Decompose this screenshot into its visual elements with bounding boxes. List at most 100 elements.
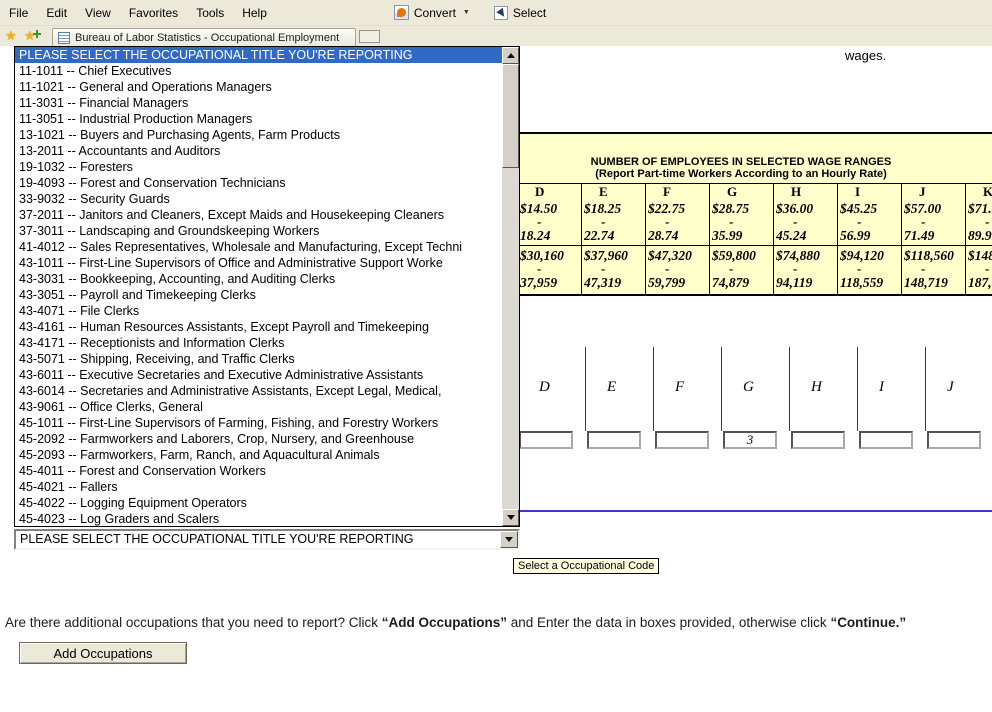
convert-dropdown-arrow-icon[interactable]: ▼ bbox=[463, 9, 470, 16]
entry-column-letter: E bbox=[585, 347, 653, 431]
occupation-option[interactable]: 43-3031 -- Bookkeeping, Accounting, and … bbox=[15, 271, 502, 287]
occupation-option[interactable]: 43-9061 -- Office Clerks, General bbox=[15, 399, 502, 415]
wage-column-letter: E bbox=[582, 184, 645, 199]
wage-hourly-range: $45.25-56.99 bbox=[838, 199, 901, 245]
down-arrow-icon bbox=[507, 515, 515, 524]
employee-entry-table: DEFGHIJ bbox=[453, 347, 992, 449]
occupation-dropdown-list[interactable]: PLEASE SELECT THE OCCUPATIONAL TITLE YOU… bbox=[14, 46, 520, 527]
occupation-option[interactable]: 43-4161 -- Human Resources Assistants, E… bbox=[15, 319, 502, 335]
scroll-thumb[interactable] bbox=[502, 64, 519, 168]
employee-count-input[interactable] bbox=[791, 431, 845, 449]
occupation-option[interactable]: 11-1021 -- General and Operations Manage… bbox=[15, 79, 502, 95]
occupation-option[interactable]: 37-3011 -- Landscaping and Groundskeepin… bbox=[15, 223, 502, 239]
occupation-option[interactable]: 11-3051 -- Industrial Production Manager… bbox=[15, 111, 502, 127]
add-occupations-button[interactable]: Add Occupations bbox=[19, 642, 187, 664]
occupation-option[interactable]: 43-4071 -- File Clerks bbox=[15, 303, 502, 319]
instruction-text: Are there additional occupations that yo… bbox=[5, 615, 987, 630]
menu-items: FileEditViewFavoritesToolsHelp bbox=[0, 2, 276, 24]
convert-button[interactable]: Convert ▼ bbox=[388, 3, 476, 22]
occupation-option[interactable]: 45-4023 -- Log Graders and Scalers bbox=[15, 511, 502, 526]
entry-input-cell bbox=[789, 431, 857, 449]
employee-count-input[interactable] bbox=[519, 431, 573, 449]
wage-annual-range: $37,960-47,319 bbox=[582, 245, 645, 294]
wage-annual-range: $118,560-148,719 bbox=[902, 245, 965, 294]
wage-column: F$22.75-28.74$47,320-59,799 bbox=[645, 184, 709, 294]
menu-item-edit[interactable]: Edit bbox=[37, 2, 76, 24]
occupation-option[interactable]: 45-2092 -- Farmworkers and Laborers, Cro… bbox=[15, 431, 502, 447]
occupation-option[interactable]: 13-1021 -- Buyers and Purchasing Agents,… bbox=[15, 127, 502, 143]
select-button[interactable]: Select bbox=[488, 4, 552, 22]
occupation-option[interactable]: 11-1011 -- Chief Executives bbox=[15, 63, 502, 79]
occupation-option[interactable]: 43-6014 -- Secretaries and Administrativ… bbox=[15, 383, 502, 399]
occupation-option[interactable]: 43-6011 -- Executive Secretaries and Exe… bbox=[15, 367, 502, 383]
wage-table-columns: D$14.50-18.24$30,160-37,959E$18.25-22.74… bbox=[453, 184, 992, 296]
entry-column-letter: F bbox=[653, 347, 721, 431]
occupation-option[interactable]: 11-3031 -- Financial Managers bbox=[15, 95, 502, 111]
wage-hourly-range: $36.00-45.24 bbox=[774, 199, 837, 245]
wage-hourly-range: $71.50-89.99 bbox=[966, 199, 992, 245]
favorites-bar: ★ ★ Bureau of Labor Statistics - Occupat… bbox=[0, 26, 992, 46]
employee-count-input[interactable] bbox=[587, 431, 641, 449]
menu-item-file[interactable]: File bbox=[0, 2, 37, 24]
entry-column-letter: D bbox=[517, 347, 585, 431]
occupation-option[interactable]: 19-1032 -- Foresters bbox=[15, 159, 502, 175]
scroll-up-button[interactable] bbox=[502, 47, 519, 64]
occupation-option[interactable]: 13-2011 -- Accountants and Auditors bbox=[15, 143, 502, 159]
occupation-option[interactable]: 37-2011 -- Janitors and Cleaners, Except… bbox=[15, 207, 502, 223]
horizontal-rule bbox=[453, 510, 992, 512]
occupation-option[interactable]: 45-2093 -- Farmworkers, Farm, Ranch, and… bbox=[15, 447, 502, 463]
occupation-option[interactable]: 45-4011 -- Forest and Conservation Worke… bbox=[15, 463, 502, 479]
occupation-option[interactable]: 43-4171 -- Receptionists and Information… bbox=[15, 335, 502, 351]
occupation-option[interactable]: 19-4093 -- Forest and Conservation Techn… bbox=[15, 175, 502, 191]
wage-column-letter: I bbox=[838, 184, 901, 199]
employee-count-input[interactable] bbox=[859, 431, 913, 449]
entry-input-cell bbox=[857, 431, 925, 449]
menu-item-view[interactable]: View bbox=[76, 2, 120, 24]
new-tab-button[interactable] bbox=[359, 30, 380, 43]
occupation-option[interactable]: 43-1011 -- First-Line Supervisors of Off… bbox=[15, 255, 502, 271]
entry-column-letter: G bbox=[721, 347, 789, 431]
wage-column-letter: F bbox=[646, 184, 709, 199]
page-tab-title: Bureau of Labor Statistics - Occupationa… bbox=[75, 32, 339, 44]
employee-count-input[interactable] bbox=[927, 431, 981, 449]
dropdown-scrollbar[interactable] bbox=[502, 47, 519, 526]
employee-count-input[interactable] bbox=[723, 431, 777, 449]
wage-annual-range: $47,320-59,799 bbox=[646, 245, 709, 294]
occupation-option[interactable]: 41-4012 -- Sales Representatives, Wholes… bbox=[15, 239, 502, 255]
wage-annual-range: $94,120-118,559 bbox=[838, 245, 901, 294]
occupation-option[interactable]: 33-9032 -- Security Guards bbox=[15, 191, 502, 207]
menu-bar: FileEditViewFavoritesToolsHelp Convert ▼… bbox=[0, 0, 992, 26]
wage-column: D$14.50-18.24$30,160-37,959 bbox=[517, 184, 581, 294]
convert-icon bbox=[394, 5, 409, 20]
occupation-option[interactable]: 43-5071 -- Shipping, Receiving, and Traf… bbox=[15, 351, 502, 367]
favorites-star-icon[interactable]: ★ bbox=[5, 28, 17, 44]
occupation-option-selected[interactable]: PLEASE SELECT THE OCCUPATIONAL TITLE YOU… bbox=[15, 47, 502, 63]
wage-hourly-range: $57.00-71.49 bbox=[902, 199, 965, 245]
select-dropdown-button[interactable] bbox=[500, 531, 518, 548]
entry-column-letter: I bbox=[857, 347, 925, 431]
entry-input-row bbox=[453, 431, 992, 449]
add-favorite-icon[interactable]: ★ bbox=[24, 28, 36, 44]
wage-hourly-range: $28.75-35.99 bbox=[710, 199, 773, 245]
occupation-select[interactable]: PLEASE SELECT THE OCCUPATIONAL TITLE YOU… bbox=[14, 529, 520, 550]
menu-item-favorites[interactable]: Favorites bbox=[120, 2, 187, 24]
browser-window: FileEditViewFavoritesToolsHelp Convert ▼… bbox=[0, 0, 992, 712]
wage-column-letter: H bbox=[774, 184, 837, 199]
menu-item-tools[interactable]: Tools bbox=[187, 2, 233, 24]
wage-column: G$28.75-35.99$59,800-74,879 bbox=[709, 184, 773, 294]
wage-column: E$18.25-22.74$37,960-47,319 bbox=[581, 184, 645, 294]
occupation-option[interactable]: 45-4022 -- Logging Equipment Operators bbox=[15, 495, 502, 511]
occupation-option[interactable]: 43-3051 -- Payroll and Timekeeping Clerk… bbox=[15, 287, 502, 303]
wage-column: J$57.00-71.49$118,560-148,719 bbox=[901, 184, 965, 294]
page-tab[interactable]: Bureau of Labor Statistics - Occupationa… bbox=[52, 28, 356, 46]
wage-hourly-range: $18.25-22.74 bbox=[582, 199, 645, 245]
occupation-option[interactable]: 45-1011 -- First-Line Supervisors of Far… bbox=[15, 415, 502, 431]
occupation-option[interactable]: 45-4021 -- Fallers bbox=[15, 479, 502, 495]
instruction-part1: Are there additional occupations that yo… bbox=[5, 615, 382, 630]
scroll-down-button[interactable] bbox=[502, 509, 519, 526]
wage-table-header: NUMBER OF EMPLOYEES IN SELECTED WAGE RAN… bbox=[453, 134, 992, 184]
up-arrow-icon bbox=[507, 49, 515, 58]
employee-count-input[interactable] bbox=[655, 431, 709, 449]
wages-text-fragment: wages. bbox=[845, 48, 886, 63]
menu-item-help[interactable]: Help bbox=[233, 2, 276, 24]
